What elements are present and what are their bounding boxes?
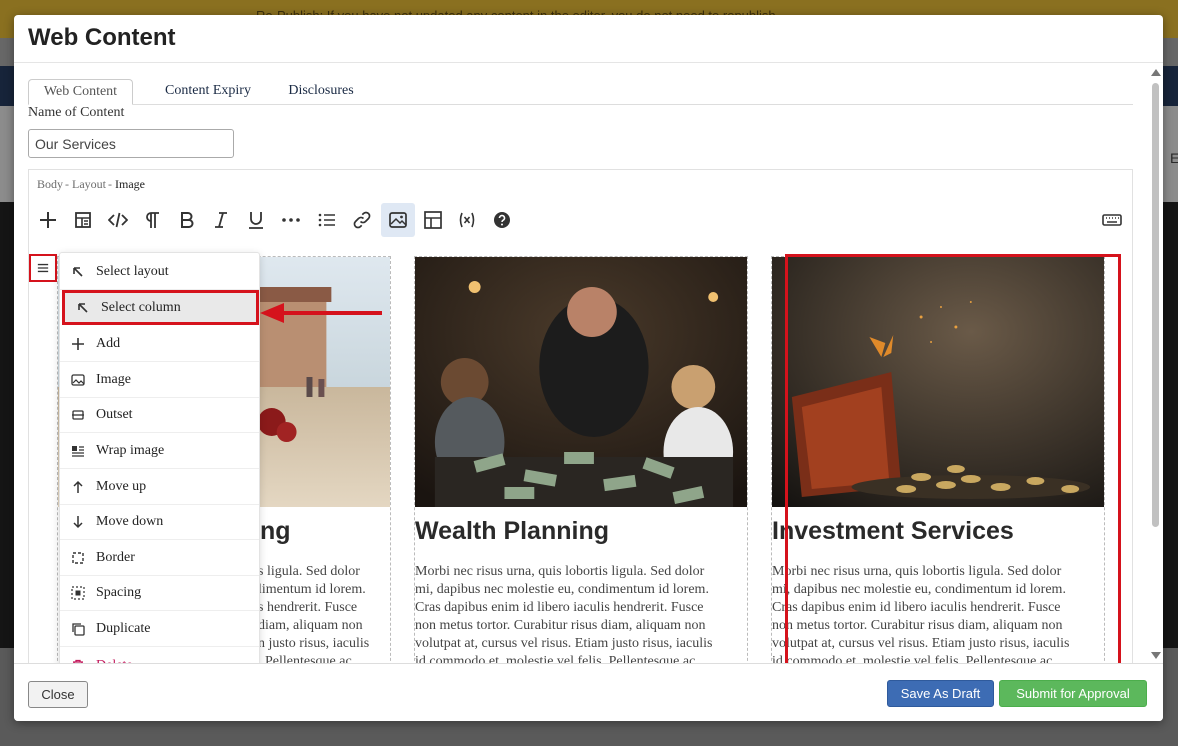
breadcrumb: Body - Layout - Image bbox=[37, 177, 145, 192]
bold-icon[interactable] bbox=[170, 203, 204, 237]
link-icon[interactable] bbox=[345, 203, 379, 237]
breadcrumb-layout[interactable]: Layout bbox=[72, 177, 106, 191]
plus-icon[interactable] bbox=[31, 203, 65, 237]
content-column-2[interactable]: Wealth Planning Morbi nec risus urna, qu… bbox=[414, 256, 748, 676]
menu-item-label: Image bbox=[96, 372, 131, 387]
close-button[interactable]: Close bbox=[28, 681, 88, 708]
italic-icon[interactable] bbox=[204, 203, 238, 237]
menu-item-label: Wrap image bbox=[96, 443, 165, 458]
underline-icon[interactable] bbox=[239, 203, 273, 237]
menu-item-label: Select layout bbox=[96, 264, 169, 279]
breadcrumb-separator: - bbox=[108, 177, 113, 191]
column-1-title[interactable]: ng bbox=[260, 517, 291, 546]
menu-item-label: Add bbox=[96, 336, 121, 351]
border-icon bbox=[72, 552, 84, 564]
menu-item-label: Move down bbox=[96, 514, 164, 529]
name-of-content-label: Name of Content bbox=[28, 105, 125, 120]
family-money-photo[interactable] bbox=[415, 257, 747, 507]
menu-item-label: Duplicate bbox=[96, 621, 151, 636]
table-icon[interactable] bbox=[416, 203, 450, 237]
column-3-title[interactable]: Investment Services bbox=[772, 517, 1014, 546]
more-icon[interactable] bbox=[274, 203, 308, 237]
tab-content-expiry[interactable]: Content Expiry bbox=[150, 79, 266, 105]
keyboard-icon[interactable] bbox=[1095, 203, 1129, 237]
menu-item-add[interactable]: Add bbox=[60, 327, 259, 362]
paragraph-icon[interactable] bbox=[135, 203, 169, 237]
wallet-butterfly-photo[interactable] bbox=[772, 257, 1104, 507]
menu-item-label: Outset bbox=[96, 407, 133, 422]
layout-icon[interactable] bbox=[66, 203, 100, 237]
menu-item-label: Move up bbox=[96, 479, 147, 494]
arrow-up-icon bbox=[73, 480, 83, 493]
breadcrumb-body[interactable]: Body bbox=[37, 177, 63, 191]
spacing-icon bbox=[71, 586, 85, 600]
column-2-title[interactable]: Wealth Planning bbox=[415, 517, 609, 546]
menu-item-select-layout[interactable]: Select layout bbox=[60, 255, 259, 290]
modal-scrollbar[interactable] bbox=[1149, 67, 1163, 663]
arrow-up-left-icon bbox=[73, 267, 83, 277]
wrap-image-icon bbox=[72, 446, 84, 457]
image-icon[interactable] bbox=[381, 203, 415, 237]
menu-item-spacing[interactable]: Spacing bbox=[60, 576, 259, 611]
hamburger-icon bbox=[37, 263, 49, 273]
content-column-3[interactable]: Investment Services Morbi nec risus urna… bbox=[771, 256, 1105, 676]
menu-item-move-down[interactable]: Move down bbox=[60, 505, 259, 540]
column-1-body[interactable]: s ligula. Sed dolor limentum id lorem. s… bbox=[258, 563, 390, 671]
scroll-down-icon[interactable] bbox=[1151, 652, 1161, 659]
menu-item-move-up[interactable]: Move up bbox=[60, 470, 259, 505]
variable-icon[interactable] bbox=[450, 203, 484, 237]
menu-item-label: Border bbox=[96, 550, 135, 565]
block-context-menu: Select layout Select column Add Image Ou… bbox=[59, 252, 260, 686]
background-edge-text: E bbox=[1170, 150, 1178, 166]
code-icon[interactable] bbox=[101, 203, 135, 237]
breadcrumb-separator: - bbox=[65, 177, 70, 191]
modal-footer: Close Save As Draft Submit for Approval bbox=[14, 663, 1163, 721]
tab-bar: Web Content Content Expiry Disclosures bbox=[28, 79, 1133, 105]
plus-icon bbox=[72, 338, 84, 350]
menu-item-duplicate[interactable]: Duplicate bbox=[60, 612, 259, 647]
menu-item-label: Select column bbox=[101, 299, 181, 315]
image-icon bbox=[71, 374, 85, 386]
menu-item-label: Spacing bbox=[96, 585, 142, 600]
web-content-modal: Web Content Web Content Content Expiry D… bbox=[14, 15, 1163, 721]
menu-item-outset[interactable]: Outset bbox=[60, 398, 259, 433]
modal-title: Web Content bbox=[28, 24, 176, 51]
block-handle-button[interactable] bbox=[29, 254, 57, 282]
list-icon[interactable] bbox=[310, 203, 344, 237]
submit-for-approval-button[interactable]: Submit for Approval bbox=[999, 680, 1147, 707]
arrow-down-icon bbox=[73, 516, 83, 529]
outset-icon bbox=[72, 410, 84, 420]
help-icon[interactable] bbox=[485, 203, 519, 237]
modal-header: Web Content bbox=[14, 15, 1163, 63]
name-of-content-input[interactable] bbox=[28, 129, 234, 158]
scrollbar-thumb[interactable] bbox=[1152, 83, 1159, 527]
tab-disclosures[interactable]: Disclosures bbox=[280, 79, 362, 105]
breadcrumb-image: Image bbox=[115, 177, 145, 191]
menu-item-border[interactable]: Border bbox=[60, 541, 259, 576]
editor-toolbar bbox=[29, 200, 1132, 240]
column-2-body[interactable]: Morbi nec risus urna, quis lobortis ligu… bbox=[415, 563, 743, 671]
arrow-up-left-icon bbox=[78, 302, 88, 313]
menu-item-wrap-image[interactable]: Wrap image bbox=[60, 434, 259, 469]
duplicate-icon bbox=[72, 623, 85, 636]
save-as-draft-button[interactable]: Save As Draft bbox=[887, 680, 994, 707]
menu-item-select-column[interactable]: Select column bbox=[62, 290, 259, 325]
menu-item-image[interactable]: Image bbox=[60, 363, 259, 398]
column-3-body[interactable]: Morbi nec risus urna, quis lobortis ligu… bbox=[772, 563, 1100, 671]
tab-web-content[interactable]: Web Content bbox=[28, 79, 133, 105]
scroll-up-icon[interactable] bbox=[1151, 69, 1161, 76]
